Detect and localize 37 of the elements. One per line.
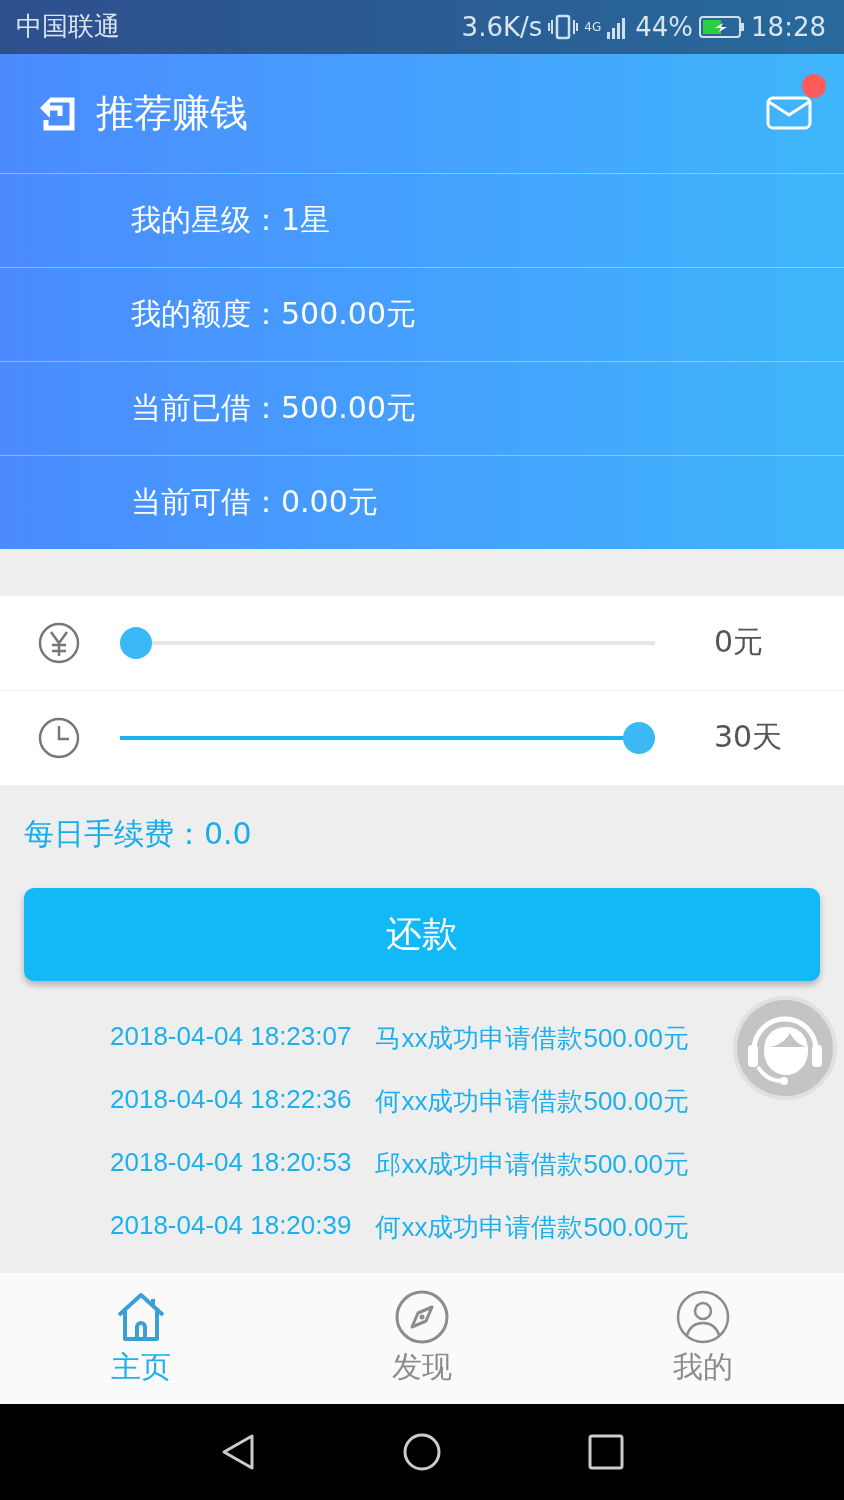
slider-thumb[interactable] [120,626,152,659]
network-speed: 3.6K/s [461,11,543,42]
support-agent-icon[interactable] [732,994,838,1101]
recents-nav-icon[interactable] [586,1432,626,1473]
nav-tab[interactable]: 我的 [562,1272,844,1405]
nav-tab[interactable]: 发现 [281,1272,563,1405]
page-title: 推荐赚钱 [96,89,249,137]
network-type: 4G [584,19,602,34]
home-nav-icon[interactable] [402,1432,442,1473]
record-text: 马xx成功申请借款500.00元 [375,1021,689,1055]
info-text: 我的星级：1星 [131,200,331,239]
clock-time: 18:28 [751,11,826,42]
record-time: 2018-04-04 18:22:36 [110,1083,352,1116]
record-text: 何xx成功申请借款500.00元 [375,1084,689,1118]
info-text: 当前已借：500.00元 [131,388,416,427]
yen-icon [38,621,80,664]
nav-tab[interactable]: 主页 [0,1272,282,1405]
record-text: 何xx成功申请借款500.00元 [375,1210,689,1244]
carrier-name: 中国联通 [16,10,120,44]
compass-icon [394,1288,450,1345]
repay-button[interactable]: 还款 [24,887,820,981]
slider-thumb[interactable] [623,721,655,754]
vibrate-icon [548,13,579,40]
record-time: 2018-04-04 18:20:39 [110,1209,352,1242]
record-time: 2018-04-04 18:20:53 [110,1146,352,1179]
mail-icon[interactable] [766,96,812,131]
user-icon [675,1288,732,1345]
record-time: 2018-04-04 18:23:07 [110,1020,352,1053]
info-text: 我的额度：500.00元 [131,294,416,333]
slider-value: 30天 [714,718,784,757]
record-text: 邱xx成功申请借款500.00元 [375,1147,689,1181]
clock-icon [38,716,80,759]
slider-value: 0元 [714,623,765,662]
battery-percent: 44% [635,11,694,42]
daily-fee: 每日手续费：0.0 [23,814,253,853]
info-text: 当前可借：0.00元 [131,482,378,521]
battery-icon [699,15,746,38]
